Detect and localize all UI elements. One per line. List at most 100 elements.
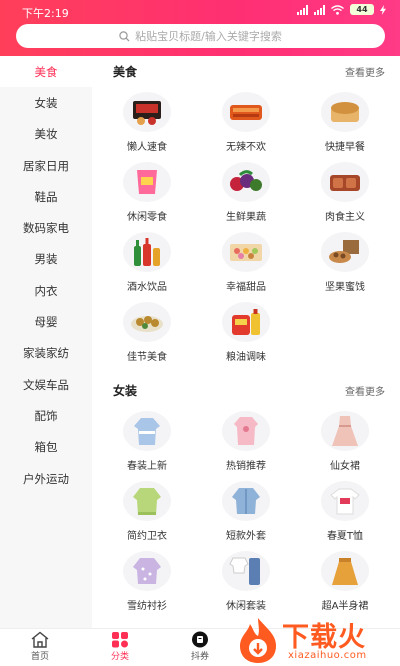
- tab-label: 分类: [110, 652, 129, 662]
- tshirt-icon: [321, 481, 369, 521]
- blouse-icon: [123, 411, 171, 451]
- skirt-icon: [321, 551, 369, 591]
- bread-icon: [321, 92, 369, 132]
- sidebar-item-bags[interactable]: 箱包: [0, 432, 92, 463]
- subcategory-label: 酒水饮品: [127, 282, 167, 293]
- section-header-womens-wear: 女装 查看更多: [113, 381, 385, 399]
- sidebar-item-baby[interactable]: 母婴: [0, 306, 92, 337]
- section-header-food: 美食 查看更多: [113, 62, 385, 80]
- subcategory-item[interactable]: 春装上新: [102, 411, 192, 472]
- sidebar-item-underwear[interactable]: 内衣: [0, 275, 92, 306]
- subcategory-label: 幸福甜品: [226, 282, 266, 293]
- subcategory-label: 春装上新: [127, 461, 167, 472]
- section-title: 女装: [113, 383, 138, 398]
- subcategory-item[interactable]: 简约卫衣: [102, 481, 192, 542]
- subcategory-item[interactable]: 快捷早餐: [300, 92, 390, 153]
- watermark-text: 下载火: [282, 622, 366, 653]
- sidebar-item-entertainment-car[interactable]: 文娱车品: [0, 369, 92, 400]
- tab-home[interactable]: 首页: [10, 631, 70, 662]
- chiffon-shirt-icon: [123, 551, 171, 591]
- subcategory-item[interactable]: 休闲零食: [102, 162, 192, 223]
- sidebar-item-shoes[interactable]: 鞋品: [0, 181, 92, 212]
- subcategory-label: 无辣不欢: [226, 142, 266, 153]
- subcategory-item[interactable]: 雪纺衬衫: [102, 551, 192, 612]
- subcategory-item[interactable]: 佳节美食: [102, 302, 192, 363]
- sidebar-item-womens-wear[interactable]: 女装: [0, 87, 92, 118]
- sidebar-item-outdoor[interactable]: 户外运动: [0, 463, 92, 494]
- subcategory-item[interactable]: 粮油调味: [201, 302, 291, 363]
- pink-top-icon: [222, 411, 270, 451]
- watermark: 下载火 xiazaihuo.com: [232, 614, 398, 666]
- subcategory-label: 粮油调味: [226, 352, 266, 363]
- view-more-link[interactable]: 查看更多: [345, 64, 385, 79]
- spicy-food-icon: [222, 92, 270, 132]
- subcategory-label: 仙女裙: [330, 461, 360, 472]
- sidebar-item-home-textile[interactable]: 家装家纺: [0, 338, 92, 369]
- dessert-icon: [222, 232, 270, 272]
- subcategory-label: 春夏T恤: [326, 531, 364, 542]
- nuts-icon: [321, 232, 369, 272]
- subcategory-item[interactable]: 坚果蜜饯: [300, 232, 390, 293]
- flame-logo-icon: [240, 618, 276, 663]
- subcategory-label: 肉食主义: [325, 212, 365, 223]
- subcategory-label: 生鲜果蔬: [226, 212, 266, 223]
- sidebar-item-electronics[interactable]: 数码家电: [0, 212, 92, 243]
- subcategory-label: 坚果蜜饯: [325, 282, 365, 293]
- subcategory-label: 雪纺衬衫: [127, 601, 167, 612]
- denim-jacket-icon: [222, 481, 270, 521]
- tab-label: 首页: [30, 652, 49, 662]
- fruit-icon: [222, 162, 270, 202]
- sidebar-item-beauty[interactable]: 美妆: [0, 119, 92, 150]
- tab-coupon[interactable]: 抖券: [170, 631, 230, 662]
- category-sidebar: 美食 女装 美妆 居家日用 鞋品 数码家电 男装 内衣 母婴 家装家纺 文娱车品…: [0, 56, 92, 628]
- sidebar-item-accessories[interactable]: 配饰: [0, 400, 92, 431]
- search-bar[interactable]: 粘贴宝贝标题/输入关键字搜索: [16, 24, 385, 48]
- tab-category[interactable]: 分类: [90, 631, 150, 662]
- sweatshirt-icon: [123, 481, 171, 521]
- subcategory-item[interactable]: 休闲套装: [201, 551, 291, 612]
- subcategory-label: 懒人速食: [127, 142, 167, 153]
- coupon-icon: [192, 631, 208, 648]
- snack-bag-icon: [123, 162, 171, 202]
- subcategory-item[interactable]: 生鲜果蔬: [201, 162, 291, 223]
- dress-icon: [321, 411, 369, 451]
- grain-oil-icon: [222, 302, 270, 342]
- subcategory-label: 休闲零食: [127, 212, 167, 223]
- subcategory-item[interactable]: 热销推荐: [201, 411, 291, 472]
- subcategory-item[interactable]: 幸福甜品: [201, 232, 291, 293]
- subcategory-item[interactable]: 短款外套: [201, 481, 291, 542]
- sidebar-item-food[interactable]: 美食: [0, 56, 92, 88]
- home-icon: [31, 631, 49, 648]
- subcategory-item[interactable]: 懒人速食: [102, 92, 192, 153]
- sidebar-item-household[interactable]: 居家日用: [0, 150, 92, 181]
- drink-bottles-icon: [123, 232, 171, 272]
- festival-food-icon: [123, 302, 171, 342]
- instant-noodles-icon: [123, 92, 171, 132]
- subcategory-label: 短款外套: [226, 531, 266, 542]
- view-more-link[interactable]: 查看更多: [345, 383, 385, 398]
- subcategory-label: 佳节美食: [127, 352, 167, 363]
- subcategory-label: 快捷早餐: [325, 142, 365, 153]
- search-icon: [119, 30, 130, 41]
- signal-icon: [297, 4, 308, 15]
- subcategory-label: 超A半身裙: [321, 601, 369, 612]
- category-icon: [112, 632, 128, 648]
- subcategory-item[interactable]: 仙女裙: [300, 411, 390, 472]
- meat-icon: [321, 162, 369, 202]
- subcategory-item[interactable]: 酒水饮品: [102, 232, 192, 293]
- tab-label: 抖券: [190, 652, 209, 662]
- section-title: 美食: [113, 64, 138, 79]
- signal-icon-2: [314, 4, 325, 15]
- subcategory-item[interactable]: 超A半身裙: [300, 551, 390, 612]
- sidebar-item-mens-wear[interactable]: 男装: [0, 244, 92, 275]
- wifi-icon: [331, 4, 344, 15]
- battery-icon: 44: [350, 4, 374, 15]
- status-bar: 下午2:19 44: [0, 0, 400, 20]
- subcategory-item[interactable]: 春夏T恤: [300, 481, 390, 542]
- watermark-url: xiazaihuo.com: [288, 650, 367, 661]
- status-time: 下午2:19: [22, 7, 69, 20]
- subcategory-item[interactable]: 肉食主义: [300, 162, 390, 223]
- subcategory-label: 休闲套装: [226, 601, 266, 612]
- subcategory-label: 简约卫衣: [127, 531, 167, 542]
- subcategory-item[interactable]: 无辣不欢: [201, 92, 291, 153]
